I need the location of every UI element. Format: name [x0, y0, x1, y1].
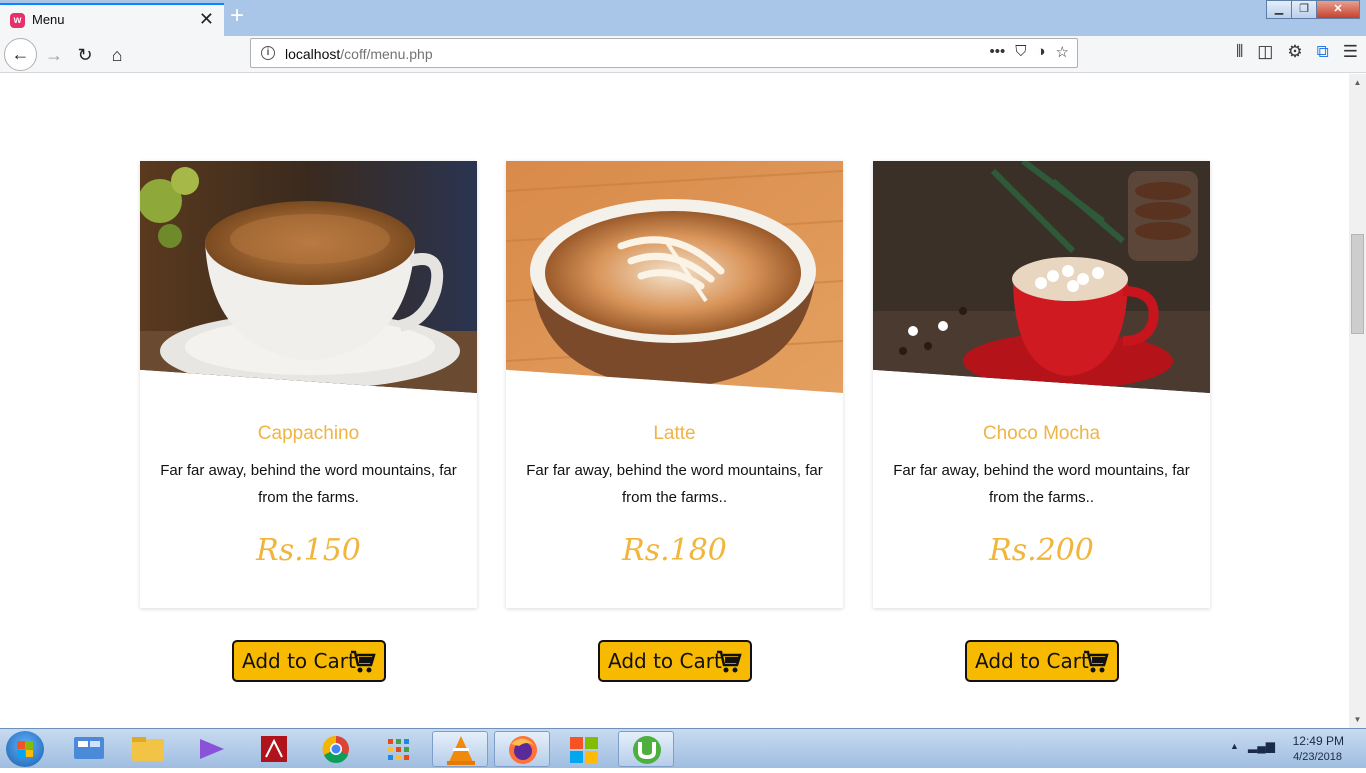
bookmark-star-icon[interactable]: ☆ — [1056, 43, 1069, 61]
product-name: Cappachino — [257, 423, 360, 444]
product-description: Far far away, behind the word mountains,… — [526, 462, 823, 506]
title-bar: w Menu ✕ + ▁ ❐ ✕ — [0, 0, 1366, 36]
product-card: Cappachino Far far away, behind the word… — [140, 161, 477, 608]
sync-icon[interactable]: ⧉ — [1317, 42, 1329, 62]
url-text: localhost/coff/menu.php — [285, 46, 433, 62]
product-price: Rs.150 — [256, 533, 361, 568]
start-button[interactable] — [6, 731, 44, 767]
minimize-button[interactable]: ▁ — [1266, 0, 1292, 19]
add-to-cart-label: Add to Cart — [608, 649, 722, 673]
browser-tab[interactable]: w Menu ✕ — [0, 3, 224, 36]
product-name: Choco Mocha — [982, 423, 1101, 444]
site-favicon-icon: w — [10, 13, 25, 28]
task-acrobat-icon[interactable] — [246, 731, 302, 767]
task-utorrent-icon[interactable] — [618, 731, 674, 767]
settings-gear-icon[interactable]: ⚙ — [1287, 42, 1302, 62]
restore-button[interactable]: ❐ — [1291, 0, 1317, 19]
add-to-cart-label: Add to Cart — [242, 649, 356, 673]
reload-button[interactable]: ↻ — [71, 42, 99, 68]
task-vlc-icon[interactable] — [432, 731, 488, 767]
tab-close-icon[interactable]: ✕ — [199, 9, 214, 30]
sidebar-icon[interactable]: ◫ — [1257, 42, 1273, 62]
scroll-thumb[interactable] — [1351, 234, 1364, 334]
extension-icon[interactable]: ◑ — [1036, 43, 1045, 61]
vertical-scrollbar[interactable]: ▲ ▼ — [1349, 74, 1366, 728]
close-window-button[interactable]: ✕ — [1316, 0, 1360, 19]
page-viewport: Cappachino Far far away, behind the word… — [0, 74, 1349, 728]
toolbar-right: ⫴ ◫ ⚙ ⧉ ☰ — [1236, 42, 1358, 62]
task-firefox-icon[interactable] — [494, 731, 550, 767]
scroll-up-arrow-icon[interactable]: ▲ — [1349, 74, 1366, 91]
shopping-cart-icon — [351, 650, 376, 673]
back-button[interactable]: ← — [4, 38, 37, 71]
page-actions-icon[interactable]: ••• — [989, 43, 1005, 61]
url-host: localhost — [285, 46, 341, 62]
scroll-down-arrow-icon[interactable]: ▼ — [1349, 711, 1366, 728]
url-path: /coff/menu.php — [340, 46, 433, 62]
info-icon[interactable]: i — [261, 46, 275, 60]
clock-date[interactable]: 4/23/2018 — [1293, 751, 1342, 763]
network-signal-icon[interactable]: ▂▄▆ — [1248, 739, 1275, 753]
task-control-panel-icon[interactable] — [62, 731, 118, 767]
window-controls: ▁ ❐ ✕ — [1266, 0, 1360, 19]
task-visual-studio-icon[interactable] — [184, 731, 240, 767]
shopping-cart-icon — [1084, 650, 1109, 673]
product-description: Far far away, behind the word mountains,… — [160, 462, 457, 506]
library-icon[interactable]: ⫴ — [1236, 42, 1243, 62]
product-price: Rs.180 — [622, 533, 727, 568]
address-bar[interactable]: i localhost/coff/menu.php ••• ⛉ ◑ ☆ — [250, 38, 1078, 68]
add-to-cart-label: Add to Cart — [975, 649, 1089, 673]
windows-logo-icon — [17, 741, 33, 757]
add-to-cart-button[interactable]: Add to Cart — [598, 640, 752, 682]
shopping-cart-icon — [717, 650, 742, 673]
new-tab-button[interactable]: + — [230, 2, 244, 30]
add-to-cart-button[interactable]: Add to Cart — [965, 640, 1119, 682]
task-windows-app-icon[interactable] — [556, 731, 612, 767]
task-chrome-icon[interactable] — [308, 731, 364, 767]
task-file-explorer-icon[interactable] — [120, 731, 176, 767]
system-tray: ▲ ▂▄▆ 12:49 PM 4/23/2018 — [1226, 729, 1366, 769]
navigation-toolbar: ← → ↻ ⌂ i localhost/coff/menu.php ••• ⛉ … — [0, 36, 1366, 73]
product-card: Latte Far far away, behind the word moun… — [506, 161, 843, 608]
product-description: Far far away, behind the word mountains,… — [893, 462, 1190, 506]
show-hidden-icons-icon[interactable]: ▲ — [1230, 741, 1239, 751]
add-to-cart-button[interactable]: Add to Cart — [232, 640, 386, 682]
task-apps-grid-icon[interactable] — [370, 731, 426, 767]
pocket-icon[interactable]: ⛉ — [1015, 43, 1026, 61]
forward-button[interactable]: → — [40, 42, 68, 68]
clock-time[interactable]: 12:49 PM — [1293, 734, 1344, 748]
menu-hamburger-icon[interactable]: ☰ — [1343, 42, 1358, 62]
latte-image — [506, 161, 843, 393]
home-button[interactable]: ⌂ — [103, 42, 131, 68]
choco-mocha-image — [873, 161, 1210, 393]
product-price: Rs.200 — [989, 533, 1094, 568]
product-card: Choco Mocha Far far away, behind the wor… — [873, 161, 1210, 608]
url-actions: ••• ⛉ ◑ ☆ — [989, 43, 1069, 61]
tab-title: Menu — [32, 12, 65, 27]
cappuccino-image — [140, 161, 477, 393]
product-name: Latte — [653, 423, 696, 444]
windows-taskbar: ▲ ▂▄▆ 12:49 PM 4/23/2018 — [0, 728, 1366, 768]
